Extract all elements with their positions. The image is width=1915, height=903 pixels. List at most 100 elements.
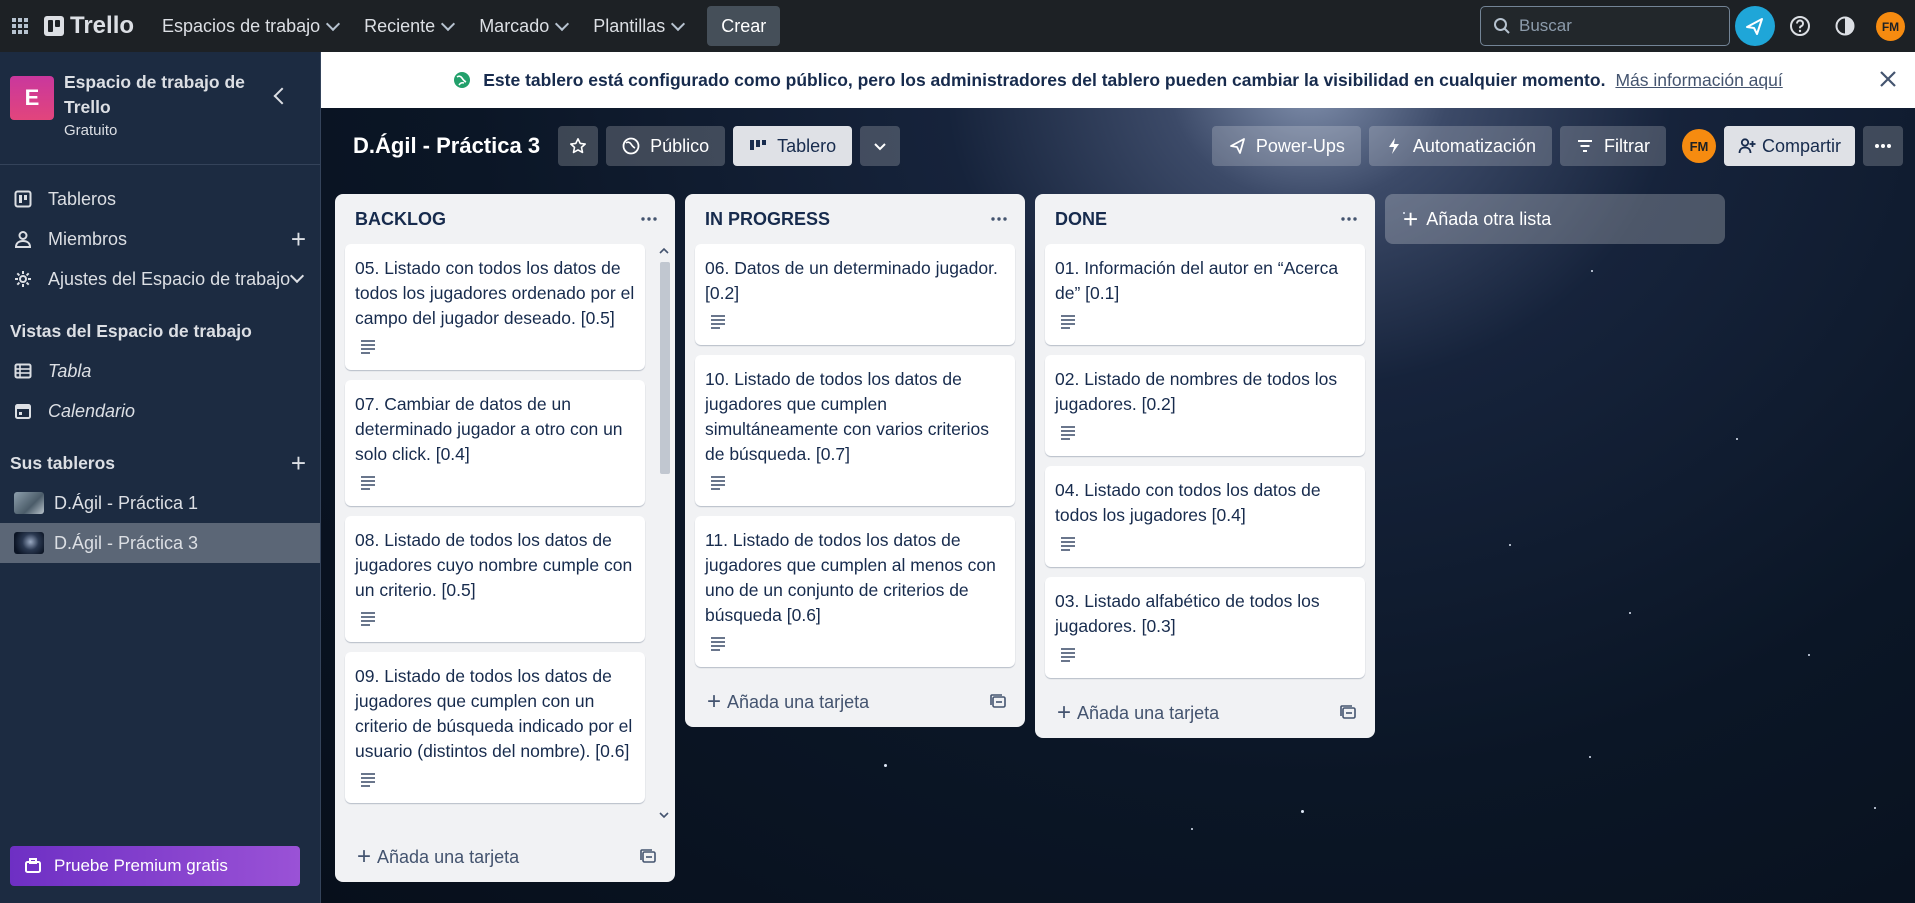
- help-icon: [1790, 16, 1810, 36]
- list-scrollbar[interactable]: [657, 244, 671, 824]
- add-card-button[interactable]: + Añada una tarjeta: [1035, 688, 1375, 738]
- notification-button[interactable]: [1735, 6, 1775, 46]
- your-boards-label: Sus tableros: [10, 452, 116, 473]
- chevron-down-icon[interactable]: [289, 268, 305, 284]
- scroll-down-icon[interactable]: [658, 810, 670, 820]
- add-person-icon: [1738, 138, 1756, 154]
- card[interactable]: 11. Listado de todos los datos de jugado…: [695, 516, 1015, 667]
- star-decoration: [1629, 612, 1631, 614]
- apps-grid-icon[interactable]: [0, 0, 40, 52]
- close-icon[interactable]: [1877, 68, 1899, 90]
- card-title: 02. Listado de nombres de todos los juga…: [1055, 369, 1338, 414]
- user-avatar[interactable]: FM: [1876, 12, 1905, 41]
- list-header[interactable]: DONE: [1035, 194, 1375, 244]
- card[interactable]: 03. Listado alfabético de todos los juga…: [1045, 577, 1365, 678]
- view-switcher-button[interactable]: [860, 126, 901, 166]
- nav-recent-menu[interactable]: Reciente: [352, 8, 465, 44]
- add-list-button[interactable]: + Añada otra lista: [1385, 194, 1725, 244]
- star-decoration: [1736, 438, 1738, 440]
- card[interactable]: 05. Listado con todos los datos de todos…: [345, 244, 645, 370]
- sidebar-board-practica-1[interactable]: D.Ágil - Práctica 1: [0, 483, 320, 523]
- add-member-icon[interactable]: +: [291, 226, 306, 252]
- sidebar-item-boards[interactable]: Tableros: [0, 179, 320, 219]
- public-visibility-banner: Este tablero está configurado como públi…: [321, 52, 1915, 108]
- visibility-button[interactable]: Público: [606, 126, 726, 166]
- power-ups-label: Power-Ups: [1255, 135, 1345, 156]
- filter-label: Filtrar: [1603, 135, 1650, 156]
- list-header[interactable]: BACKLOG: [335, 194, 675, 244]
- board-member-avatar[interactable]: FM: [1681, 129, 1716, 163]
- card-title: 01. Información del autor en “Acerca de”…: [1055, 258, 1339, 303]
- list-title[interactable]: IN PROGRESS: [705, 209, 830, 230]
- top-navigation-bar: Trello Espacios de trabajo Reciente Marc…: [0, 0, 1915, 52]
- sidebar-item-label: Tableros: [48, 188, 117, 209]
- card[interactable]: 08. Listado de todos los datos de jugado…: [345, 516, 645, 642]
- theme-toggle-button[interactable]: [1829, 10, 1861, 42]
- help-button[interactable]: [1784, 10, 1816, 42]
- more-icon[interactable]: [1339, 209, 1359, 229]
- add-card-button[interactable]: + Añada una tarjeta: [335, 832, 675, 882]
- card[interactable]: 01. Información del autor en “Acerca de”…: [1045, 244, 1365, 345]
- star-icon: [570, 138, 587, 154]
- star-decoration: [1301, 810, 1304, 813]
- card[interactable]: 10. Listado de todos los datos de jugado…: [695, 355, 1015, 506]
- share-button[interactable]: Compartir: [1723, 126, 1855, 166]
- plus-icon: +: [1057, 699, 1072, 726]
- theme-icon: [1835, 16, 1855, 36]
- more-icon[interactable]: [989, 209, 1009, 229]
- add-card-label: Añada una tarjeta: [1077, 702, 1220, 723]
- learn-more-link[interactable]: Más información aquí: [1615, 70, 1782, 91]
- workspace-plan: Gratuito: [64, 122, 118, 139]
- workspace-views-heading: Vistas del Espacio de trabajo: [10, 320, 252, 341]
- card-template-icon[interactable]: [989, 693, 1007, 711]
- scrollbar-thumb[interactable]: [660, 262, 670, 474]
- sidebar-item-table[interactable]: Tabla: [0, 351, 320, 391]
- nav-templates-menu[interactable]: Plantillas: [581, 8, 695, 44]
- sidebar-item-settings[interactable]: Ajustes del Espacio de trabajo: [0, 259, 320, 299]
- sidebar-board-practica-3[interactable]: D.Ágil - Práctica 3: [0, 523, 320, 563]
- card[interactable]: 07. Cambiar de datos de un determinado j…: [345, 380, 645, 506]
- board-title[interactable]: D.Ágil - Práctica 3: [353, 133, 540, 159]
- plus-icon: +: [707, 688, 722, 715]
- nav-recent-label: Reciente: [364, 15, 436, 36]
- collapse-sidebar-icon[interactable]: [273, 87, 291, 105]
- list-title[interactable]: DONE: [1055, 209, 1107, 230]
- list-header[interactable]: IN PROGRESS: [685, 194, 1025, 244]
- sidebar-item-calendar[interactable]: Calendario: [0, 391, 320, 431]
- board-menu-button[interactable]: [1863, 126, 1903, 166]
- search-input[interactable]: Buscar: [1480, 6, 1730, 46]
- card[interactable]: 02. Listado de nombres de todos los juga…: [1045, 355, 1365, 456]
- nav-starred-menu[interactable]: Marcado: [467, 8, 579, 44]
- sidebar-item-members[interactable]: Miembros +: [0, 219, 320, 259]
- try-premium-button[interactable]: Pruebe Premium gratis: [10, 846, 300, 886]
- trello-logo[interactable]: Trello: [44, 12, 134, 40]
- board-thumbnail: [14, 492, 44, 514]
- description-icon: [361, 340, 375, 354]
- more-icon[interactable]: [639, 209, 659, 229]
- card-template-icon[interactable]: [639, 848, 657, 866]
- list-title[interactable]: BACKLOG: [355, 209, 446, 230]
- workspace-name[interactable]: Espacio de trabajo de Trello: [64, 70, 264, 120]
- lightning-icon: [1388, 138, 1399, 154]
- description-icon: [1061, 648, 1075, 662]
- sidebar-board-label: D.Ágil - Práctica 3: [54, 532, 199, 553]
- star-board-button[interactable]: [558, 126, 599, 166]
- card-title: 09. Listado de todos los datos de jugado…: [355, 666, 633, 761]
- automation-button[interactable]: Automatización: [1368, 126, 1552, 166]
- create-button[interactable]: Crear: [707, 6, 781, 46]
- board-view-button[interactable]: Tablero: [733, 126, 853, 166]
- scroll-up-icon[interactable]: [658, 246, 670, 256]
- card[interactable]: 04. Listado con todos los datos de todos…: [1045, 466, 1365, 567]
- add-board-icon[interactable]: +: [291, 448, 306, 479]
- filter-button[interactable]: Filtrar: [1559, 126, 1666, 166]
- add-card-button[interactable]: + Añada una tarjeta: [685, 677, 1025, 727]
- gear-icon: [15, 271, 31, 287]
- nav-workspaces-menu[interactable]: Espacios de trabajo: [150, 8, 350, 44]
- rocket-icon: [1229, 138, 1245, 154]
- power-ups-button[interactable]: Power-Ups: [1211, 126, 1361, 166]
- card-template-icon[interactable]: [1339, 704, 1357, 722]
- list-backlog: BACKLOG 05. Listado con todos los datos …: [335, 194, 675, 882]
- card[interactable]: 06. Datos de un determinado jugador. [0.…: [695, 244, 1015, 345]
- description-icon: [361, 773, 375, 787]
- card[interactable]: 09. Listado de todos los datos de jugado…: [345, 652, 645, 803]
